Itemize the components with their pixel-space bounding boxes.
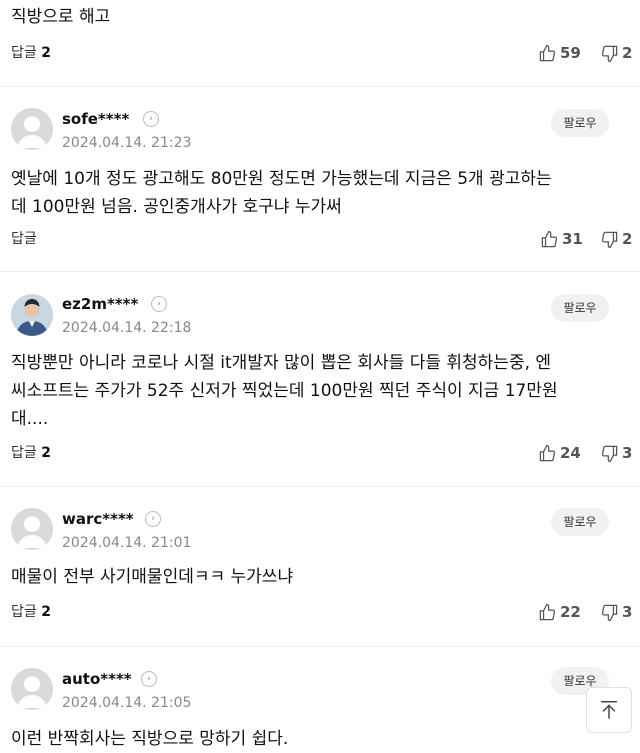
- comment-text: 이런 반짝회사는 직방으로 망하기 쉽다.: [11, 725, 611, 753]
- avatar[interactable]: [11, 108, 53, 150]
- chevron-right-icon[interactable]: ›: [151, 296, 167, 312]
- comment-line: 옛날에 10개 정도 광고해도 80만원 정도면 가능했는데 지금은 5개 광고…: [11, 169, 552, 189]
- comment-item: auto**** › 2024.04.14. 21:05 팔로우 이런 반짝회사…: [0, 647, 640, 753]
- comment-actions: 답글 2 59 2: [0, 42, 640, 66]
- thumbs-up-icon: [539, 603, 556, 620]
- comment-text: 매물이 전부 사기매물인데ㅋㅋ 누가쓰냐: [11, 563, 611, 591]
- chevron-right-icon[interactable]: ›: [145, 511, 161, 527]
- username[interactable]: sofe****: [62, 109, 129, 129]
- comment-item: ez2m**** › 2024.04.14. 22:18 팔로우 직방뿐만 아니…: [0, 272, 640, 487]
- username[interactable]: ez2m****: [62, 294, 138, 314]
- chevron-right-icon[interactable]: ›: [143, 111, 159, 127]
- avatar[interactable]: [11, 508, 53, 550]
- reply-button[interactable]: 답글: [11, 228, 37, 250]
- thumbs-up-icon: [539, 444, 556, 461]
- dislike-button[interactable]: 2: [600, 228, 632, 250]
- reply-button[interactable]: 답글 2: [11, 601, 51, 623]
- avatar[interactable]: [11, 294, 53, 336]
- thumbs-down-icon: [601, 45, 618, 62]
- dislike-count: 3: [622, 444, 633, 462]
- comment-line: 직방뿐만 아니라 코로나 시절 it개발자 많이 뽑은 회사들 다들 휘청하는중…: [11, 353, 552, 373]
- default-avatar-icon: [11, 508, 53, 550]
- comment-text: 직방으로 해고: [11, 7, 111, 27]
- default-avatar-icon: [11, 108, 53, 150]
- comment-date: 2024.04.14. 22:18: [62, 320, 192, 336]
- reply-button[interactable]: 답글 2: [11, 42, 51, 64]
- username[interactable]: auto****: [62, 669, 132, 689]
- like-button[interactable]: 59: [538, 42, 581, 64]
- thumbs-down-icon: [601, 445, 618, 462]
- dislike-count: 2: [622, 44, 633, 62]
- follow-button[interactable]: 팔로우: [551, 508, 609, 536]
- like-button[interactable]: 31: [540, 228, 583, 250]
- dislike-count: 2: [622, 230, 633, 248]
- follow-button[interactable]: 팔로우: [551, 294, 609, 322]
- dislike-count: 3: [622, 603, 633, 621]
- dislike-button[interactable]: 3: [600, 442, 632, 464]
- comment-partial: 직방으로 해고 답글 2 59 2: [0, 0, 640, 87]
- comment-date: 2024.04.14. 21:01: [62, 535, 192, 551]
- comment-actions: 답글 2 24 3: [0, 442, 640, 466]
- comment-date: 2024.04.14. 21:05: [62, 695, 192, 711]
- like-button[interactable]: 24: [538, 442, 581, 464]
- comment-line: 이런 반짝회사는 직방으로 망하기 쉽다.: [11, 729, 289, 749]
- follow-button[interactable]: 팔로우: [551, 109, 609, 137]
- comment-line: 씨소프트는 주가가 52주 신저가 찍었는데 100만원 찍던 주식이 지금 1…: [11, 381, 558, 401]
- comment-line: 매물이 전부 사기매물인데ㅋㅋ 누가쓰냐: [11, 567, 294, 587]
- default-avatar-icon: [11, 668, 53, 710]
- comment-item: sofe**** › 2024.04.14. 21:23 팔로우 옛날에 10개…: [0, 87, 640, 272]
- chevron-right-icon[interactable]: ›: [141, 671, 157, 687]
- like-count: 59: [560, 44, 581, 62]
- comment-item: warc**** › 2024.04.14. 21:01 팔로우 매물이 전부 …: [0, 487, 640, 647]
- comment-actions: 답글 2 22 3: [0, 601, 640, 625]
- avatar[interactable]: [11, 668, 53, 710]
- comment-date: 2024.04.14. 21:23: [62, 135, 192, 151]
- comment-actions: 답글 31 2: [0, 228, 640, 252]
- comment-line: 대....: [11, 409, 49, 429]
- reply-button[interactable]: 답글 2: [11, 442, 51, 464]
- profile-photo-icon: [11, 294, 53, 336]
- like-count: 31: [562, 230, 583, 248]
- username[interactable]: warc****: [62, 509, 134, 529]
- dislike-button[interactable]: 2: [600, 42, 632, 64]
- arrow-up-to-top-icon: [600, 701, 618, 719]
- like-count: 24: [560, 444, 581, 462]
- thumbs-up-icon: [539, 44, 556, 61]
- scroll-to-top-button[interactable]: [586, 687, 632, 733]
- comment-text: 옛날에 10개 정도 광고해도 80만원 정도면 가능했는데 지금은 5개 광고…: [11, 165, 611, 221]
- comment-line: 데 100만원 넘음. 공인중개사가 호구냐 누가써: [11, 197, 342, 217]
- like-count: 22: [560, 603, 581, 621]
- comment-text: 직방뿐만 아니라 코로나 시절 it개발자 많이 뽑은 회사들 다들 휘청하는중…: [11, 349, 611, 433]
- thumbs-down-icon: [601, 604, 618, 621]
- like-button[interactable]: 22: [538, 601, 581, 623]
- dislike-button[interactable]: 3: [600, 601, 632, 623]
- thumbs-up-icon: [541, 230, 558, 247]
- thumbs-down-icon: [601, 231, 618, 248]
